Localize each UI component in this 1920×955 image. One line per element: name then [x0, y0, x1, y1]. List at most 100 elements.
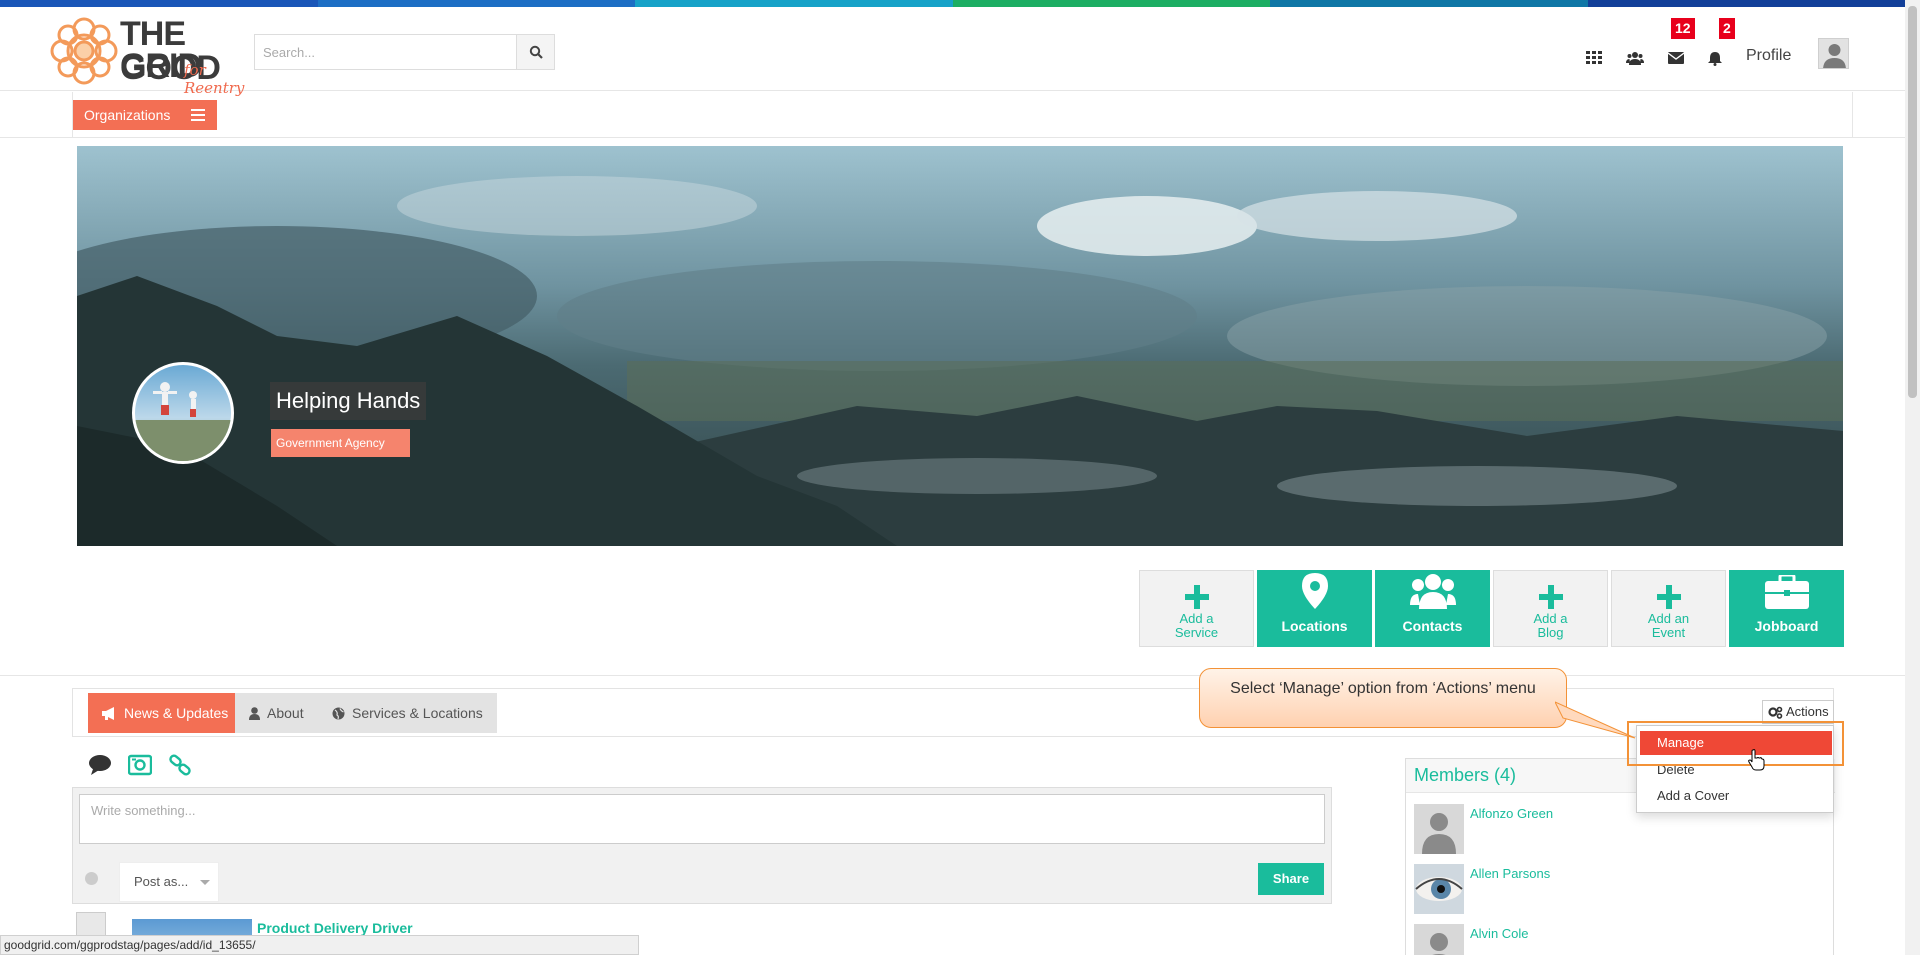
comment-icon[interactable] — [88, 754, 112, 776]
page: THE GOOD GRID for Reentry Search... 12 2… — [0, 0, 1920, 955]
organization-type-label: Government Agency — [271, 429, 410, 457]
eye-photo-icon — [1415, 877, 1463, 901]
skydivers-image — [135, 382, 231, 461]
site-logo[interactable]: THE GOOD GRID for Reentry — [48, 15, 268, 97]
scrollbar-thumb[interactable] — [1908, 6, 1917, 398]
member-name[interactable]: Allen Parsons — [1470, 866, 1550, 881]
members-title[interactable]: Members (4) — [1414, 765, 1516, 786]
list-item[interactable]: Alvin Cole — [1414, 924, 1814, 955]
locations-button[interactable]: Locations — [1257, 570, 1372, 647]
post-type-icons — [88, 754, 192, 776]
tile-label-line2: Event — [1651, 625, 1686, 640]
plus-icon — [1538, 585, 1563, 609]
chevron-down-icon — [200, 880, 210, 885]
flower-logo-icon — [50, 17, 118, 85]
divider — [1852, 92, 1853, 138]
clock-icon[interactable] — [85, 872, 98, 885]
tab-label: News & Updates — [124, 705, 229, 721]
briefcase-icon — [1764, 575, 1809, 609]
page-scrollbar[interactable] — [1905, 0, 1920, 955]
site-header: THE GOOD GRID for Reentry Search... 12 2… — [0, 7, 1905, 97]
bullhorn-icon — [102, 706, 114, 720]
user-silhouette-icon — [1430, 933, 1448, 955]
highlight-outline — [1627, 721, 1844, 766]
link-icon[interactable] — [168, 754, 192, 776]
post-as-select[interactable]: Post as... — [119, 862, 219, 902]
post-as-label: Post as... — [134, 874, 189, 889]
user-silhouette-icon — [1823, 44, 1846, 68]
organizations-label: Organizations — [84, 107, 171, 123]
envelope-icon[interactable] — [1665, 47, 1687, 69]
share-button[interactable]: Share — [1258, 863, 1324, 895]
tile-label-line2: Service — [1174, 625, 1219, 640]
add-blog-button[interactable]: Add a Blog — [1493, 570, 1608, 647]
actions-label: Actions — [1786, 704, 1829, 719]
strip-segment — [635, 0, 953, 7]
contacts-button[interactable]: Contacts — [1375, 570, 1490, 647]
feed-item-title[interactable]: Product Delivery Driver — [257, 920, 413, 936]
menu-item-add-cover[interactable]: Add a Cover — [1637, 784, 1835, 808]
tab-news-updates[interactable]: News & Updates — [88, 693, 243, 733]
tab-label: About — [267, 705, 304, 721]
mountain-landscape-image — [77, 146, 1843, 546]
search-input[interactable] — [255, 35, 517, 69]
profile-link[interactable]: Profile — [1746, 47, 1791, 65]
tab-services-locations[interactable]: Services & Locations — [318, 693, 497, 733]
users-icon — [1409, 574, 1456, 609]
add-event-button[interactable]: Add an Event — [1611, 570, 1726, 647]
user-icon — [249, 706, 260, 720]
status-bar-url: goodgrid.com/ggprodstag/pages/add/id_136… — [0, 935, 639, 955]
globe-icon — [332, 707, 345, 719]
plus-icon — [1184, 585, 1209, 609]
organizations-bar — [0, 92, 1905, 138]
avatar[interactable] — [1818, 38, 1849, 69]
messages-badge[interactable]: 12 — [1671, 18, 1695, 39]
callout-pointer — [1555, 701, 1636, 739]
member-name[interactable]: Alvin Cole — [1470, 926, 1529, 941]
member-avatar[interactable] — [1414, 864, 1464, 914]
tile-label: Locations — [1281, 618, 1348, 634]
list-item[interactable]: Allen Parsons — [1414, 864, 1814, 914]
cover-banner — [77, 146, 1843, 546]
tile-label: Add an Event — [1612, 609, 1725, 640]
tab-about[interactable]: About — [235, 693, 318, 733]
hamburger-menu-icon — [191, 109, 205, 121]
member-avatar[interactable] — [1414, 804, 1464, 854]
jobboard-button[interactable]: Jobboard — [1729, 570, 1844, 647]
strip-segment — [0, 0, 318, 7]
user-silhouette-icon — [1422, 813, 1456, 854]
tile-label: Jobboard — [1754, 618, 1819, 634]
organization-name: Helping Hands — [270, 382, 427, 420]
search-box — [254, 34, 555, 70]
organizations-menu-button[interactable]: Organizations — [73, 100, 217, 130]
notifications-badge[interactable]: 2 — [1719, 18, 1735, 39]
apps-grid-icon[interactable] — [1583, 47, 1605, 69]
tile-label-line1: Add an — [1647, 611, 1690, 626]
photo-icon[interactable] — [128, 754, 152, 776]
add-service-button[interactable]: Add a Service — [1139, 570, 1254, 647]
post-textarea[interactable] — [79, 794, 1325, 844]
tile-label: Add a Service — [1140, 609, 1253, 640]
bell-icon[interactable] — [1704, 47, 1726, 69]
tab-label: Services & Locations — [352, 705, 483, 721]
strip-segment — [1270, 0, 1588, 7]
search-icon — [529, 45, 543, 59]
map-marker-icon — [1301, 573, 1328, 609]
member-avatar[interactable] — [1414, 924, 1464, 955]
plus-icon — [1656, 585, 1681, 609]
tile-label-line2: Blog — [1537, 625, 1564, 640]
gears-icon — [1768, 706, 1783, 719]
users-icon[interactable] — [1624, 47, 1646, 69]
member-name[interactable]: Alfonzo Green — [1470, 806, 1553, 821]
search-button[interactable] — [516, 35, 554, 69]
hand-cursor-icon — [1748, 749, 1765, 771]
strip-segment — [1587, 0, 1905, 7]
strip-segment — [317, 0, 635, 7]
tile-label: Contacts — [1402, 618, 1463, 634]
strip-segment — [952, 0, 1270, 7]
organization-avatar[interactable] — [132, 362, 234, 464]
instruction-callout: Select ‘Manage’ option from ‘Actions’ me… — [1199, 668, 1567, 728]
tile-label: Add a Blog — [1494, 609, 1607, 640]
tile-label-line1: Add a — [1179, 611, 1214, 626]
tile-label-line1: Add a — [1533, 611, 1568, 626]
